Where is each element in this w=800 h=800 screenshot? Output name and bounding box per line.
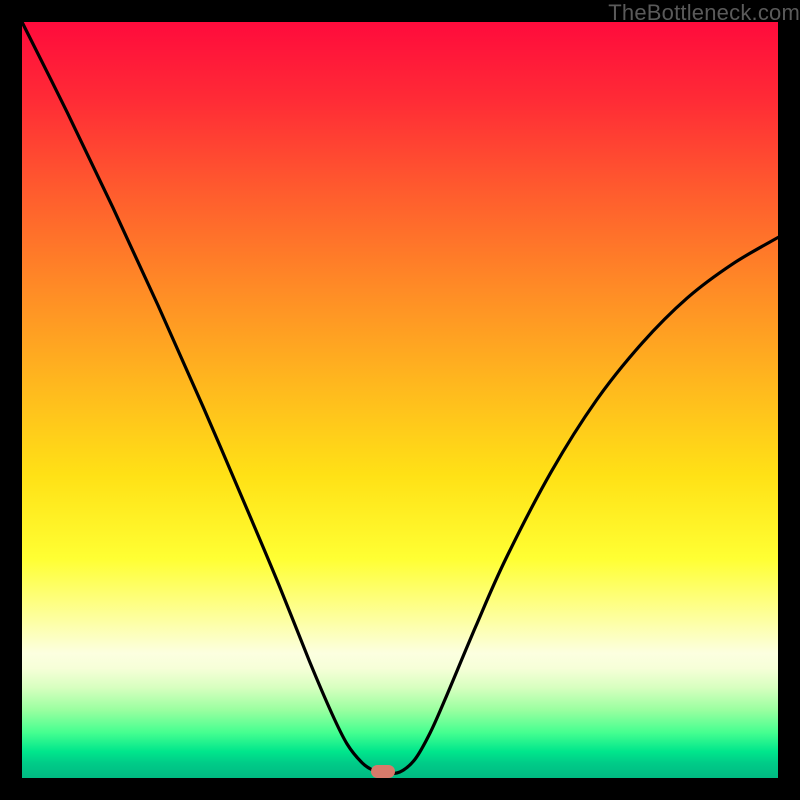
optimal-marker [371, 765, 395, 778]
plot-area [22, 22, 778, 778]
chart-container: TheBottleneck.com [0, 0, 800, 800]
bottleneck-curve [22, 22, 778, 778]
watermark-text: TheBottleneck.com [608, 0, 800, 26]
